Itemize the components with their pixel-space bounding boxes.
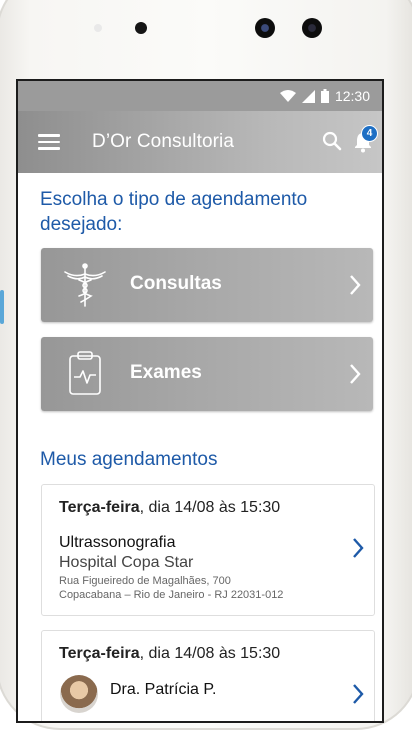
search-icon[interactable] [322,131,342,151]
page-heading: Escolha o tipo de agendamento desejado: [40,189,308,235]
notification-badge: 4 [361,125,378,142]
signal-icon [301,89,315,103]
status-bar: 12:30 [18,81,382,111]
chevron-right-icon [353,684,364,704]
screen: 12:30 D’Or Consultoria 4 Escolha o tipo … [18,81,382,721]
section-title: Meus agendamentos [40,449,218,470]
doctor-avatar [60,675,98,713]
appointment-address-line1: Rua Figueiredo de Magalhães, 700 [59,575,231,587]
front-sensor [302,18,322,38]
appointment-card[interactable]: Terça-feira, dia 14/08 às 15:30 Ultrasso… [41,484,375,616]
chevron-right-icon [350,364,361,384]
clipboard-icon [69,351,101,395]
appointment-date: Terça-feira, dia 14/08 às 15:30 [59,645,281,662]
phone-side-button [0,290,4,324]
caduceus-icon [64,263,106,307]
wifi-icon [279,90,296,102]
app-title: D’Or Consultoria [92,131,235,152]
earpiece [135,22,147,34]
proximity-sensor [94,24,102,32]
front-camera [255,18,275,38]
consultas-label: Consultas [130,273,222,294]
exames-label: Exames [130,362,202,383]
exames-button[interactable]: Exames [41,337,373,411]
appointment-card[interactable]: Terça-feira, dia 14/08 às 15:30 Dra. Pat… [41,630,375,721]
consultas-button[interactable]: Consultas [41,248,373,322]
appointment-place: Hospital Copa Star [59,554,194,571]
menu-icon[interactable] [38,134,60,150]
appointment-type: Ultrassonografia [59,534,176,551]
chevron-right-icon [353,538,364,558]
chevron-right-icon [350,275,361,295]
app-bar: D’Or Consultoria 4 [18,111,382,173]
appointment-date: Terça-feira, dia 14/08 às 15:30 [59,499,281,516]
appointment-address-line2: Copacabana – Rio de Janeiro - RJ 22031-0… [59,589,284,601]
battery-icon [320,89,329,103]
status-time: 12:30 [334,88,370,104]
doctor-name: Dra. Patrícia P. [110,681,217,698]
